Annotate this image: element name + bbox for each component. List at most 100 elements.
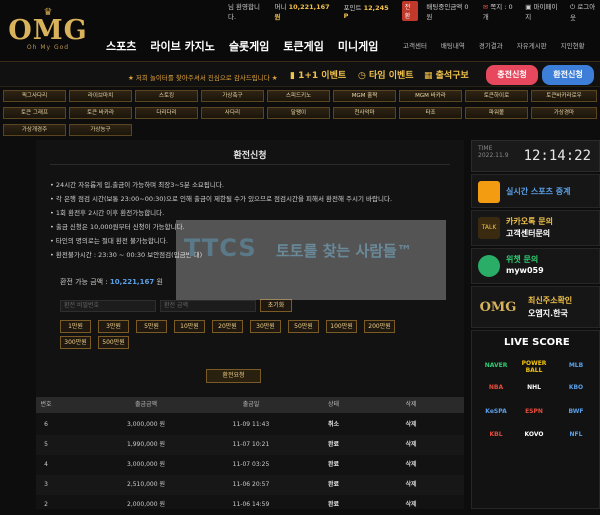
kbo-logo[interactable]: KBO: [558, 384, 594, 391]
nav-bet-history[interactable]: 배팅내역: [441, 40, 465, 50]
nhl-logo[interactable]: NHL: [514, 384, 554, 391]
logout-link[interactable]: ⏻ 로그아웃: [570, 1, 600, 22]
game-button[interactable]: 달팽이: [267, 107, 330, 119]
game-button[interactable]: 가상개경주: [3, 124, 66, 136]
rule-item: • 24시간 자유롭게 입,출금이 가능하며 최장3~5분 소요됩니다.: [50, 181, 224, 189]
bwf-logo[interactable]: BWF: [558, 408, 594, 415]
nav-referral[interactable]: 지인현황: [561, 40, 585, 50]
user-icon: ▣: [525, 3, 532, 11]
nav-mini[interactable]: 미니게임: [338, 38, 378, 54]
kespa-logo[interactable]: KeSPA: [478, 408, 514, 415]
col-no: 번호: [40, 401, 52, 408]
game-button[interactable]: 다리다리: [135, 107, 198, 119]
col-delete: 삭제: [405, 401, 417, 408]
game-button[interactable]: 라이브마치: [69, 90, 132, 102]
col-date: 출금일: [242, 401, 260, 408]
pending-info: 배팅중인금액 0 원: [426, 3, 469, 21]
game-button[interactable]: MGM 바카라: [399, 90, 462, 102]
withdraw-password-input[interactable]: 환전 비밀번호: [60, 300, 156, 312]
game-button[interactable]: MGM 홀짝: [333, 90, 396, 102]
delete-button[interactable]: 삭제: [361, 455, 461, 475]
game-button[interactable]: 천사악마: [333, 107, 396, 119]
game-button[interactable]: 가상경마: [531, 107, 597, 119]
event-bar: ★ 저희 놀이터를 찾아주셔서 진심으로 감사드립니다 ★ ▮ 1+1 이벤트 …: [0, 63, 600, 87]
nav-live-casino[interactable]: 라이브 카지노: [150, 38, 215, 54]
game-button[interactable]: 가상농구: [69, 124, 132, 136]
naver-logo[interactable]: NAVER: [478, 362, 514, 369]
withdraw-button[interactable]: 환전신청: [542, 65, 594, 85]
nav-sports[interactable]: 스포츠: [106, 38, 136, 54]
event-1plus1[interactable]: ▮ 1+1 이벤트: [290, 68, 346, 81]
omg-logo-icon: OMG: [479, 300, 517, 315]
amount-button[interactable]: 50만원: [288, 320, 319, 333]
watermark-text: TTCS: [184, 234, 257, 262]
charge-button[interactable]: 충전신청: [486, 65, 538, 85]
domain-link[interactable]: OMG 최신주소확인 오엠지.한국: [471, 286, 600, 328]
welcome-text: 님 환영합니다.: [228, 3, 260, 21]
withdraw-submit-button[interactable]: 환전요청: [206, 369, 261, 383]
amount-button[interactable]: 500만원: [98, 336, 129, 349]
top-header: ♛ OMG Oh My God 님 환영합니다. 머니 10,221,167 원…: [0, 0, 600, 62]
nav-token[interactable]: 토큰게임: [283, 38, 323, 54]
sub-nav: 고객센터 배팅내역 경기결과 자유게시판 지인현황: [403, 40, 585, 50]
table-row: 3 2,510,000 원 11-06 20:57 완료 삭제: [36, 475, 464, 495]
game-button[interactable]: 토큰하이로: [465, 90, 528, 102]
convert-button[interactable]: 전환: [401, 1, 419, 21]
nav-results[interactable]: 경기결과: [479, 40, 503, 50]
clock-icon: ◷: [358, 71, 366, 81]
game-button[interactable]: 가상축구: [201, 90, 264, 102]
game-button[interactable]: 사다리: [201, 107, 264, 119]
brand-logo[interactable]: ♛ OMG Oh My God: [4, 8, 92, 60]
nav-board[interactable]: 자유게시판: [517, 40, 547, 50]
event-time[interactable]: ◷ 타임 이벤트: [358, 68, 414, 81]
espn-logo[interactable]: ESPN: [514, 408, 554, 415]
amount-button[interactable]: 30만원: [250, 320, 281, 333]
calendar-icon: ▦: [424, 71, 433, 81]
game-button[interactable]: 파워볼: [465, 107, 528, 119]
live-score-title: LIVE SCORE: [504, 337, 570, 348]
divider: [50, 164, 450, 165]
mlb-logo[interactable]: MLB: [558, 362, 594, 369]
delete-button[interactable]: 삭제: [361, 475, 461, 495]
game-button[interactable]: 토큰 그래프: [3, 107, 66, 119]
reset-button[interactable]: 초기화: [260, 299, 292, 312]
amount-button[interactable]: 100만원: [326, 320, 357, 333]
money-info: 머니 10,221,167 원: [274, 3, 330, 21]
kbl-logo[interactable]: KBL: [478, 431, 514, 438]
amount-button[interactable]: 200만원: [364, 320, 395, 333]
withdraw-panel: 환전신청 • 24시간 자유롭게 입,출금이 가능하며 최장3~5분 소요됩니다…: [36, 140, 464, 509]
event-attendance[interactable]: ▦ 출석구보: [424, 68, 469, 81]
game-button[interactable]: 스피드키노: [267, 90, 330, 102]
messages-link[interactable]: ✉ 쪽지 : 0개: [483, 1, 518, 21]
game-button[interactable]: 스토킹: [135, 90, 198, 102]
delete-button[interactable]: 삭제: [361, 415, 461, 435]
gift-icon: ▮: [290, 71, 295, 81]
nav-slot[interactable]: 슬롯게임: [229, 38, 269, 54]
nba-logo[interactable]: NBA: [478, 384, 514, 391]
game-button[interactable]: 타조: [399, 107, 462, 119]
delete-button[interactable]: 삭제: [361, 495, 461, 515]
account-bar: 님 환영합니다. 머니 10,221,167 원 포인트 12,245 P 전환…: [228, 1, 600, 22]
rule-item: • 각 은행 점검 시간(보통 23:00~00:30)으로 인해 출금이 제한…: [50, 195, 393, 203]
game-button[interactable]: 토큰 바카라: [69, 107, 132, 119]
withdraw-amount-input[interactable]: 환전 금액: [160, 300, 256, 312]
kakao-link[interactable]: TALK 카카오톡 문의 고객센터문의: [471, 210, 600, 246]
nav-support[interactable]: 고객센터: [403, 40, 427, 50]
sports-live-link[interactable]: 실시간 스포츠 중계: [471, 174, 600, 208]
amount-button[interactable]: 1만원: [60, 320, 91, 333]
game-button[interactable]: 토큰바카라로우: [531, 90, 597, 102]
mypage-link[interactable]: ▣ 마이페이지: [525, 1, 562, 21]
amount-button[interactable]: 10만원: [174, 320, 205, 333]
amount-button[interactable]: 5만원: [136, 320, 167, 333]
wechat-link[interactable]: 위챗 문의 myw059: [471, 248, 600, 284]
nfl-logo[interactable]: NFL: [558, 431, 594, 438]
amount-button[interactable]: 20만원: [212, 320, 243, 333]
amount-button[interactable]: 300만원: [60, 336, 91, 349]
amount-button[interactable]: 3만원: [98, 320, 129, 333]
kovo-logo[interactable]: KOVO: [512, 431, 556, 438]
notice-text: ★ 저희 놀이터를 찾아주셔서 진심으로 감사드립니다 ★: [128, 74, 278, 82]
powerball-logo[interactable]: POWER BALL: [514, 360, 554, 374]
game-button[interactable]: 픽그사다리: [3, 90, 66, 102]
logo-text: OMG: [8, 15, 88, 46]
delete-button[interactable]: 삭제: [361, 435, 461, 455]
